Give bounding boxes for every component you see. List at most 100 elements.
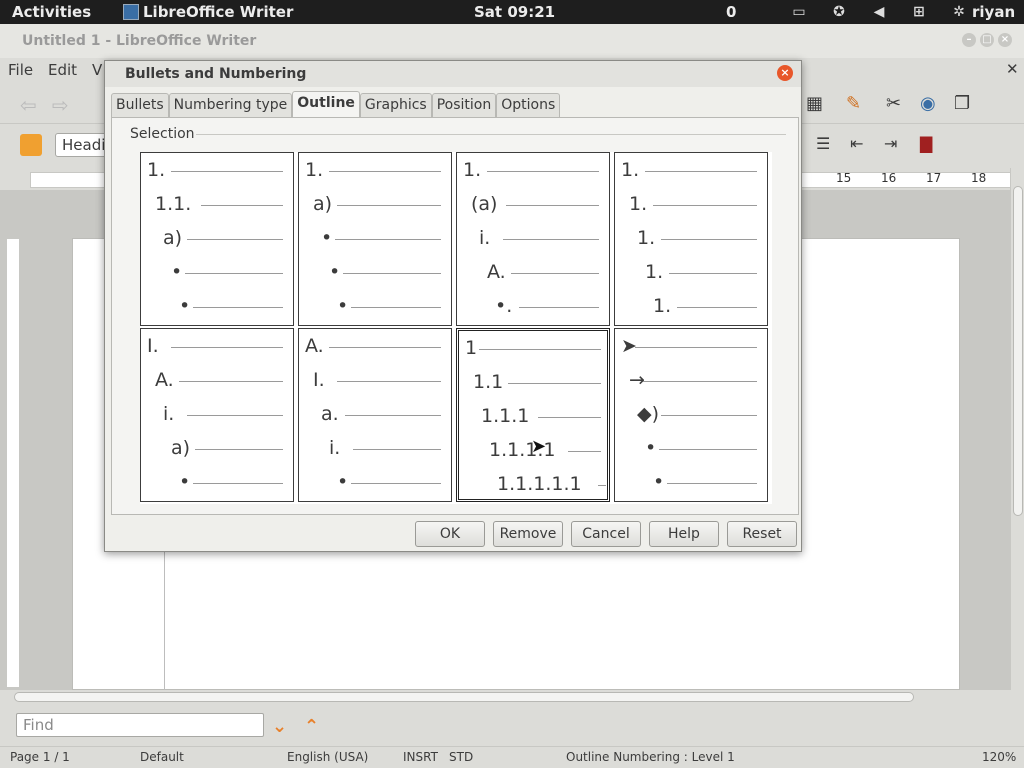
outline-level-row: (a) [457,193,607,215]
outline-level-line [351,307,441,308]
status-style[interactable]: Default [140,750,184,764]
find-input[interactable]: Find [16,713,264,737]
vertical-ruler[interactable] [6,238,20,688]
display-icon[interactable]: ▭ [790,4,808,20]
outline-level-line [187,415,283,416]
status-selection-mode[interactable]: STD [449,750,473,764]
outline-level-row: a) [141,227,291,249]
navigator-icon[interactable]: ◉ [920,93,942,115]
horizontal-scrollbar[interactable] [0,690,1024,704]
find-toolbar: Find ⌄ ⌃ [0,708,1024,742]
user-name[interactable]: riyan [972,3,1015,21]
outline-level-row: •. [457,295,607,317]
menu-view[interactable]: V [92,61,102,79]
gallery-icon[interactable]: ❐ [954,93,976,115]
tab-options[interactable]: Options [496,93,561,117]
find-next-icon[interactable]: ⌄ [272,716,287,737]
outline-level-label: 1 [465,337,478,359]
settings-gear-icon[interactable]: ✲ [950,4,968,20]
outline-level-label: 1. [653,295,672,317]
forward-arrow-icon[interactable]: ⇨ [52,93,74,117]
increase-indent-icon[interactable]: ⇥ [884,134,906,156]
outline-level-line [351,483,441,484]
vertical-scroll-thumb[interactable] [1013,186,1023,516]
outline-option-8[interactable]: ➤ → ◆) • • [614,328,768,502]
close-document-icon[interactable]: ✕ [1006,60,1019,78]
network-icon[interactable]: ⊞ [910,4,928,20]
outline-level-line [335,239,441,240]
outline-level-row: 1. [615,295,765,317]
outline-option-4[interactable]: 1. 1. 1. 1. 1. [614,152,768,326]
outline-level-row: • [141,471,291,493]
ok-button[interactable]: OK [415,521,485,547]
tab-outline[interactable]: Outline [292,91,360,117]
horizontal-scroll-thumb[interactable] [14,692,914,702]
maximize-icon[interactable]: □ [980,33,994,47]
find-previous-icon[interactable]: ⌃ [304,716,319,737]
menu-edit[interactable]: Edit [48,61,77,79]
app-menu[interactable]: LibreOffice Writer [123,3,293,21]
outline-level-label: ◆) [637,403,660,425]
vertical-scrollbar[interactable] [1010,168,1024,690]
outline-level-line [185,273,283,274]
outline-panel: Selection 1. 1.1. a) • • 1. a) • • • 1. (a) i. A. •. 1.… [111,117,799,515]
tab-position[interactable]: Position [431,93,497,117]
outline-option-2[interactable]: 1. a) • • • [298,152,452,326]
reset-button[interactable]: Reset [727,521,797,547]
outline-level-line [171,347,283,348]
outline-level-line [337,381,441,382]
cancel-button[interactable]: Cancel [571,521,641,547]
outline-option-5[interactable]: I. A. i. a) • [140,328,294,502]
outline-level-row: 1 [459,337,609,359]
outline-level-label: 1. [621,159,640,181]
outline-level-line [643,381,757,382]
outline-level-line [667,483,757,484]
outline-level-label: 1. [637,227,656,249]
dialog-title-bar: Bullets and Numbering × [105,61,801,87]
clock[interactable]: Sat 09:21 [474,3,555,21]
back-arrow-icon[interactable]: ⇦ [20,93,42,117]
close-window-icon[interactable]: × [998,33,1012,47]
status-language[interactable]: English (USA) [287,750,368,764]
outline-level-label: 1. [629,193,648,215]
activities-button[interactable]: Activities [12,3,91,21]
outline-level-label: • [337,471,349,493]
outline-level-label: → [629,369,645,391]
tab-numbering-type[interactable]: Numbering type [168,93,293,117]
accessibility-icon[interactable]: ✪ [830,4,848,20]
tab-bullets[interactable]: Bullets [111,93,169,117]
minimize-icon[interactable]: – [962,33,976,47]
outline-level-row: • [299,295,449,317]
status-insert-mode[interactable]: INSRT [403,750,438,764]
outline-option-7[interactable]: 1 1.1 1.1.1 1.1.1.1 1.1.1.1.1 [456,328,610,502]
outline-level-row: 1. [141,159,291,181]
decrease-indent-icon[interactable]: ⇤ [850,134,872,156]
outline-level-label: 1. [305,159,324,181]
remove-button[interactable]: Remove [493,521,563,547]
draw-icon[interactable]: ✎ [846,93,868,115]
outline-level-row: • [299,261,449,283]
help-button[interactable]: Help [649,521,719,547]
table-icon[interactable]: ▦ [806,93,828,115]
outline-option-3[interactable]: 1. (a) i. A. •. [456,152,610,326]
outline-level-row: → [615,369,765,391]
outline-level-line [568,451,601,452]
outline-level-row: 1. [299,159,449,181]
status-zoom[interactable]: 120% [982,750,1016,764]
outline-option-1[interactable]: 1. 1.1. a) • • [140,152,294,326]
outline-level-label: • [653,471,665,493]
highlight-color-icon[interactable]: ▇ [920,134,942,156]
dialog-close-icon[interactable]: × [777,65,793,81]
menu-file[interactable]: File [8,61,33,79]
bullets-icon[interactable]: ☰ [816,134,838,156]
styles-icon[interactable] [20,134,42,156]
find-replace-icon[interactable]: ✂ [886,93,908,115]
outline-level-row: i. [457,227,607,249]
outline-level-label: 1.1. [155,193,192,215]
status-page[interactable]: Page 1 / 1 [10,750,70,764]
notification-count[interactable]: 0 [726,3,736,21]
selection-label: Selection [130,126,195,142]
outline-option-6[interactable]: A. I. a. i. • [298,328,452,502]
volume-icon[interactable]: ◀ [870,4,888,20]
tab-graphics[interactable]: Graphics [359,93,432,117]
